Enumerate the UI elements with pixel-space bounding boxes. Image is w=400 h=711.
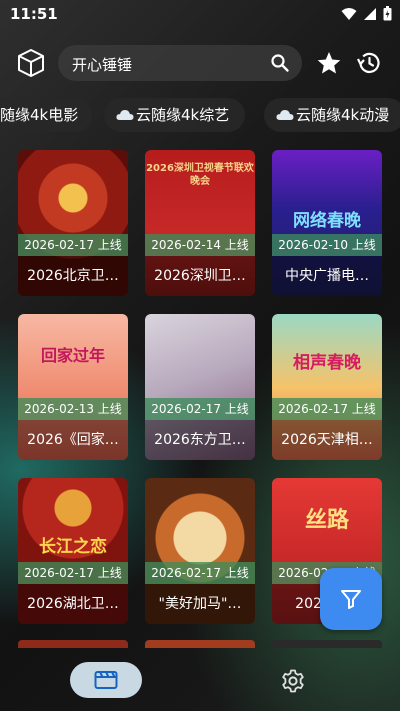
video-card[interactable]: 长江之恋 2026-02-17 上线 2026湖北卫… xyxy=(18,478,128,624)
card-title: 2026东方卫… xyxy=(145,420,255,460)
status-icons xyxy=(341,6,392,21)
tab-movies[interactable] xyxy=(70,662,142,698)
card-title: 2026天津相… xyxy=(272,420,382,460)
card-title: 2026湖北卫… xyxy=(18,584,128,624)
search-field[interactable]: 开心锤锤 xyxy=(58,45,302,81)
chip-label: 随缘4k电影 xyxy=(0,106,79,124)
chip-label: 云随缘4k综艺 xyxy=(136,106,230,124)
bottom-nav xyxy=(0,648,400,711)
video-card-partial[interactable] xyxy=(272,640,382,648)
status-bar: 11:51 xyxy=(0,0,400,28)
chip-movies[interactable]: 随缘4k电影 xyxy=(0,98,93,132)
cube-icon[interactable] xyxy=(14,46,48,80)
wifi-icon xyxy=(341,7,357,20)
poster-caption: 网络春晚 xyxy=(293,211,361,231)
release-date: 2026-02-17 上线 xyxy=(145,398,255,420)
cloud-icon xyxy=(116,110,134,120)
gear-icon[interactable] xyxy=(280,668,306,694)
star-icon[interactable] xyxy=(316,50,342,76)
release-date: 2026-02-10 上线 xyxy=(272,234,382,256)
release-date: 2026-02-17 上线 xyxy=(18,562,128,584)
battery-icon xyxy=(383,6,392,21)
video-card[interactable]: 2026-02-17 上线 "美好加马"… xyxy=(145,478,255,624)
filter-button[interactable] xyxy=(320,568,382,630)
status-time: 11:51 xyxy=(10,5,58,23)
card-title: 2026《回家… xyxy=(18,420,128,460)
history-icon[interactable] xyxy=(356,50,382,76)
film-icon xyxy=(94,671,118,689)
card-title: 2026深圳卫… xyxy=(145,256,255,296)
poster-caption: 相声春晚 xyxy=(293,353,361,373)
card-title: "美好加马"… xyxy=(145,584,255,624)
chip-anime[interactable]: 云随缘4k动漫 xyxy=(264,98,400,132)
filter-icon xyxy=(341,590,361,609)
signal-icon xyxy=(364,7,376,20)
category-chips: 随缘4k电影 云随缘4k综艺 云随缘4k动漫 xyxy=(0,98,400,134)
poster-caption: 长江之恋 xyxy=(39,537,107,557)
video-card[interactable]: 相声春晚 2026-02-17 上线 2026天津相… xyxy=(272,314,382,460)
poster-caption: 回家过年 xyxy=(40,346,105,365)
cloud-icon xyxy=(276,110,294,120)
video-card-partial[interactable] xyxy=(18,640,128,648)
poster-caption: 丝路 xyxy=(304,508,349,533)
chip-label: 云随缘4k动漫 xyxy=(296,106,390,124)
top-bar: 开心锤锤 xyxy=(0,40,400,88)
release-date: 2026-02-17 上线 xyxy=(272,398,382,420)
poster-caption: 2026深圳卫视春节联欢晚会 xyxy=(146,163,254,187)
video-card-partial[interactable] xyxy=(145,640,255,648)
video-card[interactable]: 网络春晚 2026-02-10 上线 中央广播电… xyxy=(272,150,382,296)
search-input[interactable]: 开心锤锤 xyxy=(72,54,132,75)
video-card[interactable]: 2026-02-17 上线 2026北京卫… xyxy=(18,150,128,296)
video-card[interactable]: 回家过年 2026-02-13 上线 2026《回家… xyxy=(18,314,128,460)
release-date: 2026-02-17 上线 xyxy=(18,234,128,256)
card-title: 2026北京卫… xyxy=(18,256,128,296)
video-card[interactable]: 2026-02-17 上线 2026东方卫… xyxy=(145,314,255,460)
release-date: 2026-02-17 上线 xyxy=(145,562,255,584)
release-date: 2026-02-14 上线 xyxy=(145,234,255,256)
video-card[interactable]: 2026深圳卫视春节联欢晚会 2026-02-14 上线 2026深圳卫… xyxy=(145,150,255,296)
card-title: 中央广播电… xyxy=(272,256,382,296)
search-icon[interactable] xyxy=(270,53,290,73)
release-date: 2026-02-13 上线 xyxy=(18,398,128,420)
chip-variety[interactable]: 云随缘4k综艺 xyxy=(104,98,246,132)
